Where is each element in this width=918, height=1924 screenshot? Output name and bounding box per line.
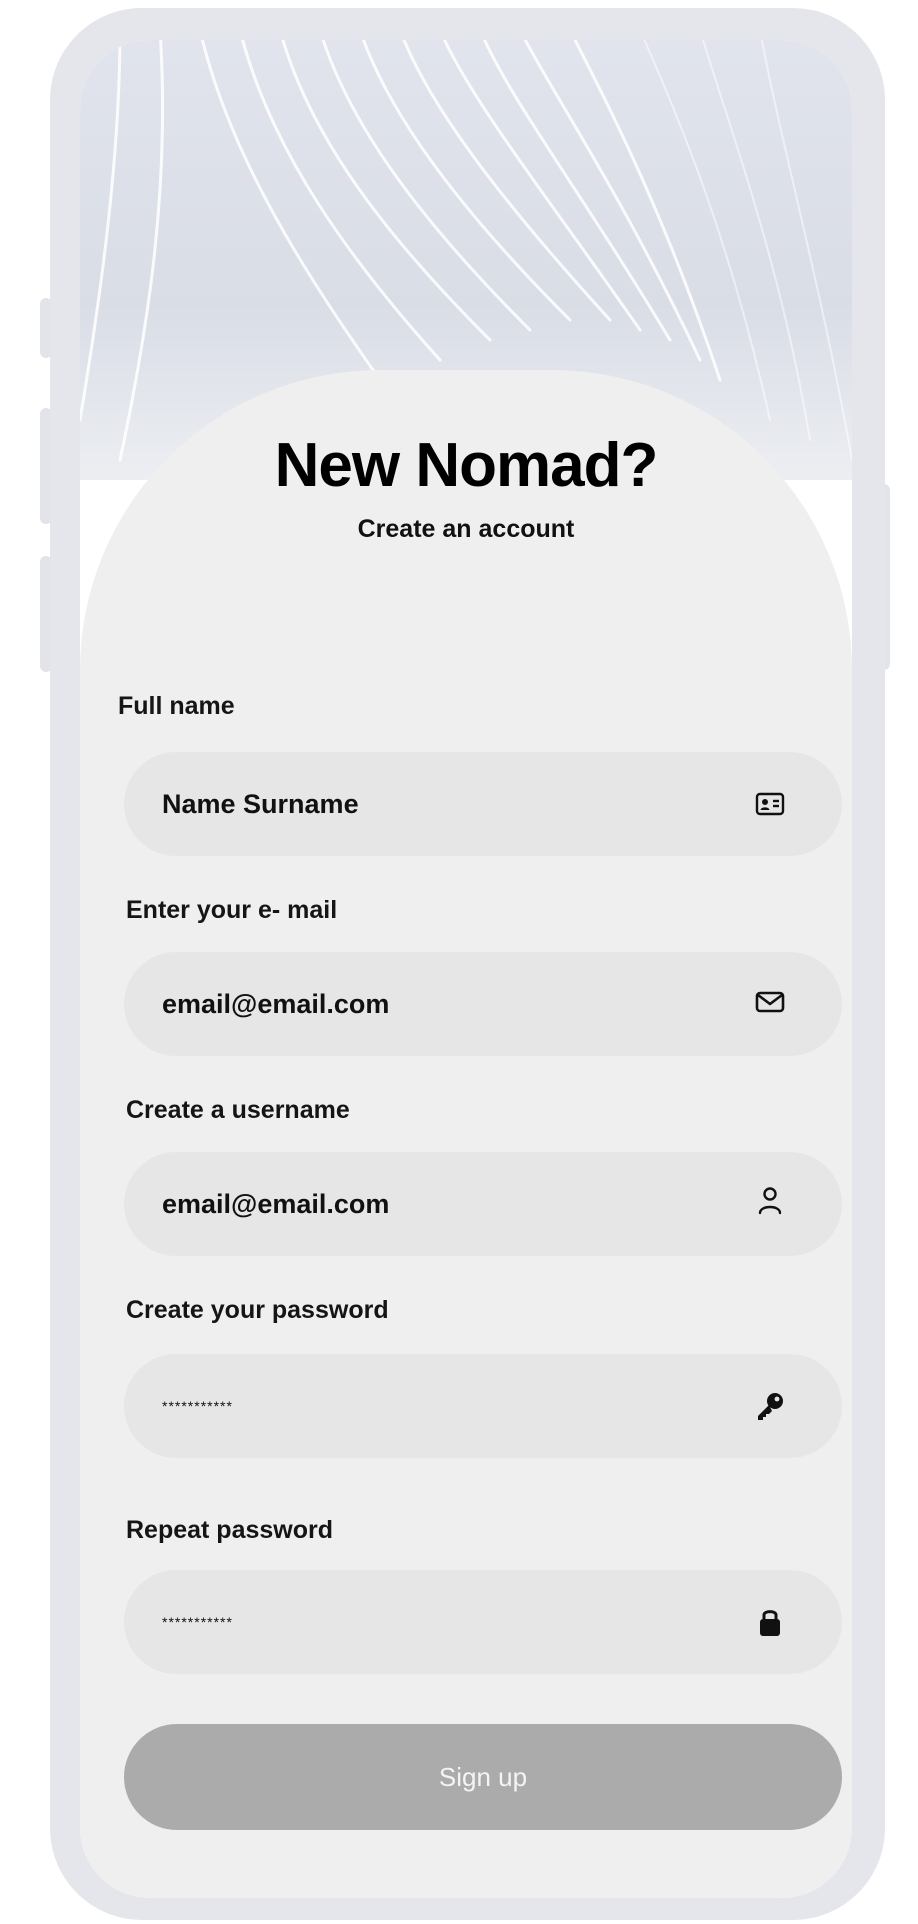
lock-icon — [754, 1606, 786, 1638]
key-icon — [754, 1390, 786, 1422]
password-value: *********** — [162, 1398, 233, 1414]
password-label: Create your password — [126, 1296, 389, 1324]
email-field[interactable]: email@email.com — [124, 952, 842, 1056]
page-subtitle: Create an account — [357, 515, 575, 543]
envelope-icon — [754, 986, 786, 1018]
username-field[interactable]: email@email.com — [124, 1152, 842, 1256]
full-name-label: Full name — [118, 692, 235, 720]
full-name-value: Name Surname — [162, 789, 359, 819]
username-label: Create a username — [126, 1096, 350, 1124]
password-field[interactable]: *********** — [124, 1354, 842, 1458]
repeat-password-label: Repeat password — [126, 1516, 334, 1544]
email-value: email@email.com — [162, 989, 390, 1019]
id-card-icon — [754, 788, 786, 820]
full-name-field[interactable]: Name Surname — [124, 752, 842, 856]
repeat-password-field[interactable]: *********** — [124, 1570, 842, 1674]
repeat-password-value: *********** — [162, 1614, 233, 1630]
sign-up-button[interactable]: Sign up — [124, 1724, 842, 1830]
user-icon — [754, 1184, 786, 1216]
email-label: Enter your e- mail — [126, 896, 338, 924]
username-value: email@email.com — [162, 1189, 390, 1219]
page-title: New Nomad? — [274, 431, 659, 500]
